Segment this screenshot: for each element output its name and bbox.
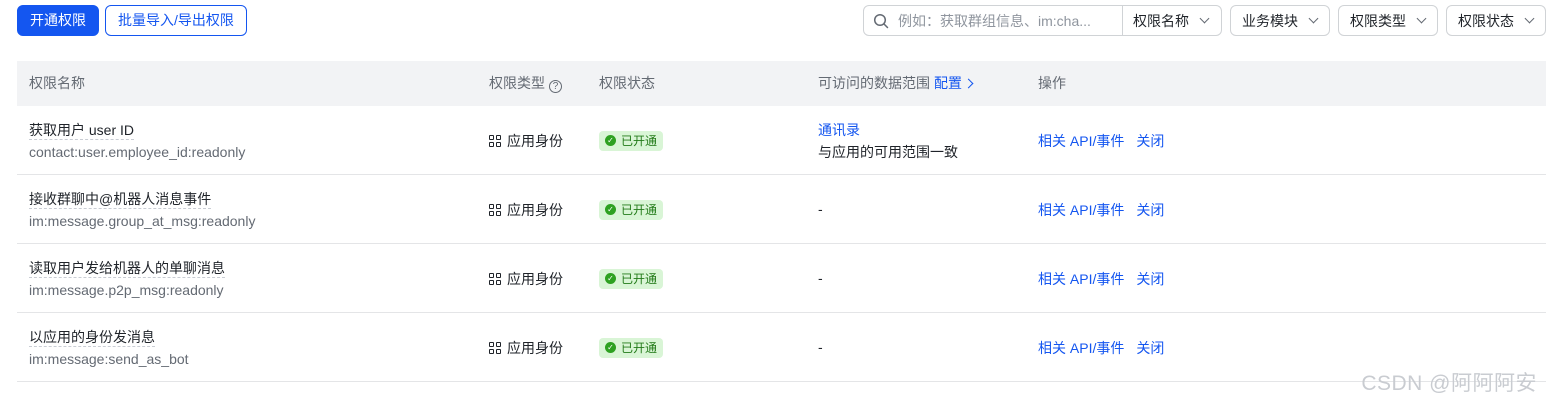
search-field-select[interactable]: 权限名称 bbox=[1122, 6, 1221, 35]
related-api-link[interactable]: 相关 API/事件 bbox=[1038, 338, 1124, 358]
related-api-link[interactable]: 相关 API/事件 bbox=[1038, 269, 1124, 289]
status-cell: ✓ 已开通 bbox=[599, 175, 664, 244]
chevron-right-icon bbox=[963, 78, 974, 89]
table-row: 以应用的身份发消息 im:message:send_as_bot 应用身份 ✓ 已… bbox=[17, 313, 1546, 382]
close-permission-link[interactable]: 关闭 bbox=[1136, 131, 1164, 151]
table-row: 接收群聊中@机器人消息事件 im:message.group_at_msg:re… bbox=[17, 175, 1546, 244]
permission-name: 读取用户发给机器人的单聊消息 bbox=[29, 260, 225, 278]
grid-icon bbox=[489, 341, 501, 354]
table-row: 读取用户发给机器人的单聊消息 im:message.p2p_msg:readon… bbox=[17, 244, 1546, 313]
ops-cell: 相关 API/事件 关闭 bbox=[1038, 313, 1176, 382]
status-text: 已开通 bbox=[621, 203, 658, 217]
scope-config-link[interactable]: 配置 bbox=[934, 75, 974, 91]
status-cell: ✓ 已开通 bbox=[599, 106, 664, 175]
scope-empty: - bbox=[818, 270, 823, 286]
related-api-link[interactable]: 相关 API/事件 bbox=[1038, 131, 1124, 151]
scope-empty: - bbox=[818, 201, 823, 217]
header-type-label: 权限类型 bbox=[489, 75, 545, 91]
table-row: 获取用户 user ID contact:user.employee_id:re… bbox=[17, 106, 1546, 175]
grid-icon bbox=[489, 203, 501, 216]
help-icon[interactable]: ? bbox=[549, 80, 562, 93]
header-scope-label: 可访问的数据范围 bbox=[818, 75, 930, 91]
enable-permission-button[interactable]: 开通权限 bbox=[17, 5, 99, 36]
close-permission-link[interactable]: 关闭 bbox=[1136, 200, 1164, 220]
ops-cell: 相关 API/事件 关闭 bbox=[1038, 106, 1176, 175]
header-type: 权限类型? bbox=[489, 61, 562, 106]
permission-name: 接收群聊中@机器人消息事件 bbox=[29, 191, 212, 209]
permission-type-label: 权限类型 bbox=[1350, 12, 1406, 29]
table-header: 权限名称 权限类型? 权限状态 可访问的数据范围 配置 操作 bbox=[17, 61, 1546, 106]
permission-code: im:message:send_as_bot bbox=[29, 351, 189, 367]
chevron-down-icon bbox=[1416, 13, 1427, 24]
status-text: 已开通 bbox=[621, 341, 658, 355]
status-text: 已开通 bbox=[621, 272, 658, 286]
related-api-link[interactable]: 相关 API/事件 bbox=[1038, 200, 1124, 220]
status-badge: ✓ 已开通 bbox=[599, 268, 664, 289]
batch-import-export-button[interactable]: 批量导入/导出权限 bbox=[105, 5, 247, 36]
status-badge: ✓ 已开通 bbox=[599, 337, 664, 358]
chevron-down-icon bbox=[1308, 13, 1319, 24]
status-cell: ✓ 已开通 bbox=[599, 313, 664, 382]
check-icon: ✓ bbox=[605, 204, 616, 215]
scope-empty: - bbox=[818, 339, 823, 355]
scope-description: 与应用的可用范围一致 bbox=[818, 144, 958, 160]
permission-type-text: 应用身份 bbox=[507, 132, 563, 149]
permission-type: 应用身份 bbox=[489, 106, 563, 175]
grid-icon bbox=[489, 134, 501, 147]
permissions-table: 权限名称 权限类型? 权限状态 可访问的数据范围 配置 操作 获取用户 user … bbox=[17, 61, 1546, 382]
check-icon: ✓ bbox=[605, 273, 616, 284]
check-icon: ✓ bbox=[605, 342, 616, 353]
permission-type-filter[interactable]: 权限类型 bbox=[1338, 5, 1438, 36]
status-badge: ✓ 已开通 bbox=[599, 130, 664, 151]
search-field-label: 权限名称 bbox=[1133, 12, 1189, 29]
watermark: CSDN @阿阿阿安 bbox=[1361, 372, 1537, 395]
permission-type-text: 应用身份 bbox=[507, 270, 563, 287]
permission-type: 应用身份 bbox=[489, 175, 563, 244]
scope-config-label: 配置 bbox=[934, 75, 962, 91]
header-status: 权限状态 bbox=[599, 75, 655, 91]
close-permission-link[interactable]: 关闭 bbox=[1136, 338, 1164, 358]
header-scope: 可访问的数据范围 配置 bbox=[818, 61, 974, 106]
permission-type: 应用身份 bbox=[489, 244, 563, 313]
business-module-filter[interactable]: 业务模块 bbox=[1230, 5, 1330, 36]
chevron-down-icon bbox=[1524, 13, 1535, 24]
permission-type-text: 应用身份 bbox=[507, 339, 563, 356]
permission-code: im:message.p2p_msg:readonly bbox=[29, 282, 224, 298]
ops-cell: 相关 API/事件 关闭 bbox=[1038, 175, 1176, 244]
grid-icon bbox=[489, 272, 501, 285]
permission-type-text: 应用身份 bbox=[507, 201, 563, 218]
status-badge: ✓ 已开通 bbox=[599, 199, 664, 220]
header-name: 权限名称 bbox=[29, 75, 85, 91]
permission-name: 以应用的身份发消息 bbox=[29, 329, 155, 347]
chevron-down-icon bbox=[1199, 13, 1210, 24]
permission-type: 应用身份 bbox=[489, 313, 563, 382]
check-icon: ✓ bbox=[605, 135, 616, 146]
search-icon bbox=[864, 6, 898, 35]
scope-contacts-link[interactable]: 通讯录 bbox=[818, 121, 860, 139]
permission-code: contact:user.employee_id:readonly bbox=[29, 144, 246, 160]
header-ops: 操作 bbox=[1038, 75, 1066, 91]
business-module-label: 业务模块 bbox=[1242, 12, 1298, 29]
status-cell: ✓ 已开通 bbox=[599, 244, 664, 313]
permission-name: 获取用户 user ID bbox=[29, 122, 135, 140]
search-input[interactable] bbox=[898, 7, 1122, 34]
toolbar: 开通权限 批量导入/导出权限 权限名称 业务模块 权限类型 权限状态 bbox=[0, 0, 1563, 50]
permission-status-filter[interactable]: 权限状态 bbox=[1446, 5, 1546, 36]
close-permission-link[interactable]: 关闭 bbox=[1136, 269, 1164, 289]
search-box: 权限名称 bbox=[863, 5, 1222, 36]
ops-cell: 相关 API/事件 关闭 bbox=[1038, 244, 1176, 313]
permission-status-label: 权限状态 bbox=[1458, 12, 1514, 29]
permission-code: im:message.group_at_msg:readonly bbox=[29, 213, 256, 229]
status-text: 已开通 bbox=[621, 134, 658, 148]
